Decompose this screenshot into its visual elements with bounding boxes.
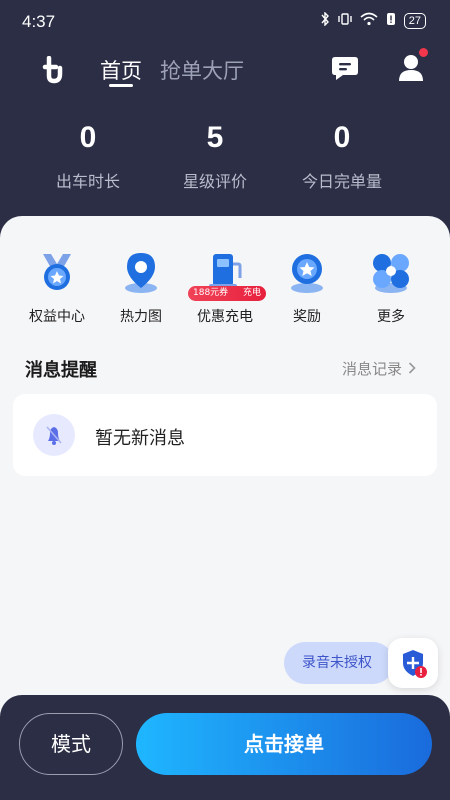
promo-coupon: 188元券 — [193, 288, 229, 298]
safety-shield-button[interactable] — [388, 638, 438, 688]
shortcut-heatmap[interactable]: 热力图 — [96, 250, 186, 326]
wifi-icon — [360, 12, 378, 29]
shortcut-benefits[interactable]: 权益中心 — [12, 250, 102, 326]
driver-stats: 0 出车时长 5 星级评价 0 今日完单量 — [0, 118, 450, 198]
notification-card: 暂无新消息 — [13, 394, 437, 476]
stat-label: 出车时长 — [55, 172, 120, 191]
tab-order-hall[interactable]: 抢单大厅 — [160, 55, 244, 85]
stat-value: 0 — [333, 121, 351, 154]
stat-value: 5 — [206, 121, 224, 154]
promo-tag: 充电 — [242, 288, 261, 298]
status-time: 4:37 — [22, 12, 56, 31]
mode-button[interactable]: 模式 — [19, 713, 123, 775]
battery-indicator: 27 — [403, 12, 426, 29]
bottom-action-bar: 模式 点击接单 — [0, 695, 450, 800]
stat-label: 今日完单量 — [301, 172, 382, 191]
chat-message-icon[interactable] — [330, 54, 360, 82]
bell-muted-icon — [33, 414, 75, 456]
recording-permission-pill[interactable]: 录音未授权 — [284, 642, 394, 684]
stat-star-rating: 5 星级评价 — [145, 118, 285, 192]
notifications-title: 消息提醒 — [25, 360, 97, 381]
empty-notification-text: 暂无新消息 — [95, 428, 185, 449]
badge-star-icon — [35, 250, 79, 294]
shortcut-label: 优惠充电 — [197, 309, 253, 325]
sim-alert-icon — [386, 12, 396, 29]
shortcut-label: 权益中心 — [29, 309, 85, 325]
more-apps-icon — [369, 250, 413, 294]
charging-promo-badge: 188元券 充电 — [188, 286, 266, 301]
stat-driving-time: 0 出车时长 — [18, 118, 158, 192]
app-logo-icon — [42, 55, 70, 84]
shortcut-more[interactable]: 更多 — [346, 250, 436, 326]
header: 首页 抢单大厅 — [0, 44, 450, 100]
stat-orders-today: 0 今日完单量 — [272, 118, 412, 192]
tab-active-indicator — [109, 84, 133, 87]
shield-alert-icon — [403, 650, 427, 678]
map-pin-icon — [119, 250, 163, 294]
stat-label: 星级评价 — [182, 172, 247, 191]
reward-medal-icon — [285, 250, 329, 294]
tab-home[interactable]: 首页 — [100, 55, 142, 85]
chevron-right-icon — [408, 360, 416, 378]
bluetooth-icon — [320, 11, 330, 29]
stat-value: 0 — [79, 121, 97, 154]
vibrate-icon — [338, 12, 352, 29]
status-icons: 27 — [320, 11, 426, 29]
shortcut-rewards[interactable]: 奖励 — [262, 250, 352, 326]
shortcut-label: 更多 — [377, 309, 405, 325]
message-history-label: 消息记录 — [342, 360, 403, 378]
accept-order-button[interactable]: 点击接单 — [136, 713, 432, 775]
shortcut-label: 奖励 — [293, 309, 321, 325]
status-bar: 4:37 27 — [0, 0, 450, 44]
notification-dot — [419, 48, 428, 57]
shortcut-label: 热力图 — [120, 309, 162, 325]
message-history-link[interactable]: 消息记录 — [342, 358, 416, 379]
shortcut-grid: 权益中心 热力图 优惠充电 奖励 更多 188元券 充电 — [0, 250, 450, 330]
